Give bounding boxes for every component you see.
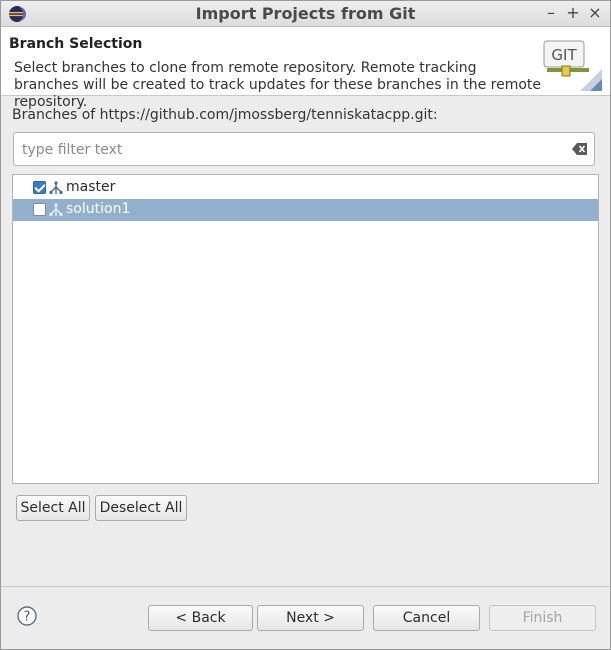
svg-text:?: ? [24,610,31,625]
wizard-header: Branch Selection Select branches to clon… [1,27,610,110]
select-all-button[interactable]: Select All [16,495,90,521]
git-icon: GIT [543,40,602,91]
branch-tree[interactable]: master solution1 [12,174,599,484]
footer-separator [1,586,610,587]
branch-checkbox[interactable] [33,203,46,216]
minimize-button[interactable]: – [541,3,561,23]
branch-label: solution1 [66,201,131,217]
tree-row[interactable]: solution1 [13,199,598,221]
branch-checkbox[interactable] [33,181,46,194]
close-button[interactable]: × [585,3,605,23]
import-dialog: Import Projects from Git – + × Branch Se… [0,0,611,650]
cancel-button[interactable]: Cancel [373,605,480,631]
filter-input[interactable] [20,138,564,162]
page-title: Branch Selection [9,36,143,52]
filter-box [13,132,595,166]
help-icon[interactable]: ? [17,606,37,626]
git-icon-text: GIT [551,46,577,64]
maximize-button[interactable]: + [563,3,583,23]
branch-label: master [66,179,116,195]
title-bar[interactable]: Import Projects from Git – + × [1,1,610,27]
back-button[interactable]: < Back [148,605,253,631]
branch-icon [49,203,63,217]
branch-icon [49,181,63,195]
finish-button[interactable]: Finish [489,605,596,631]
deselect-all-button[interactable]: Deselect All [95,495,187,521]
clear-icon[interactable] [572,142,588,156]
page-description: Select branches to clone from remote rep… [14,60,542,110]
branches-of-label: Branches of https://github.com/jmossberg… [12,107,438,123]
tree-row[interactable]: master [13,177,598,199]
window-title: Import Projects from Git [195,4,416,23]
next-button[interactable]: Next > [257,605,364,631]
